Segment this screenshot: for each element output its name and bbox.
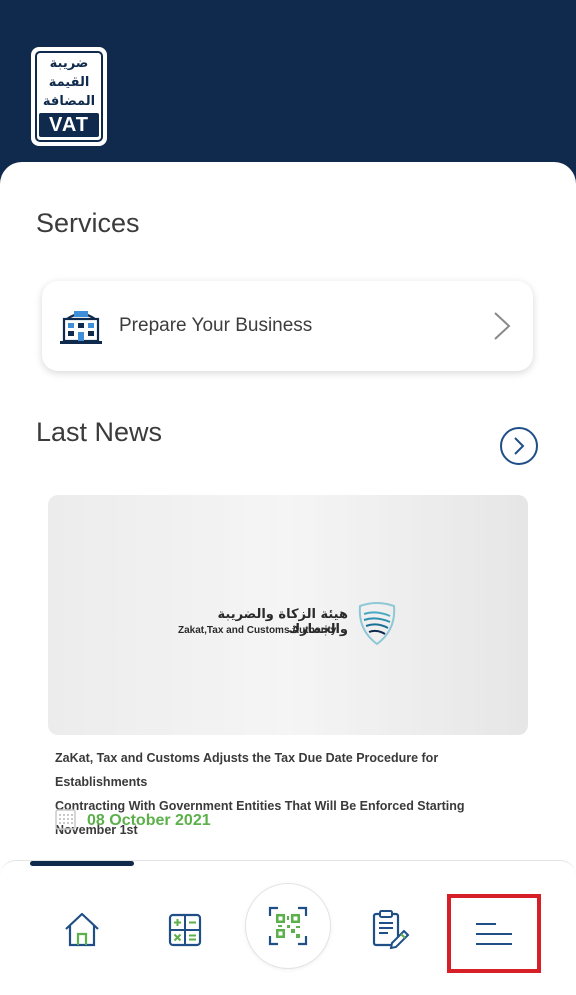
calendar-icon [55,809,76,830]
qr-scan-icon [268,906,308,946]
logo-vat-text: VAT [39,113,99,137]
chevron-right-icon [494,312,511,340]
last-news-title: Last News [36,417,163,447]
app-header: ضريبة القيمة المضافة VAT [0,0,576,180]
chevron-right-icon [514,437,525,455]
menu-icon [476,922,512,945]
calculator-icon [168,913,202,947]
building-icon [60,311,102,344]
home-icon [65,912,99,947]
news-headline-line-1: ZaKat, Tax and Customs Adjusts the Tax D… [55,751,439,789]
zatca-emblem-icon [358,602,396,646]
nav-reports-button[interactable] [366,905,414,953]
nav-qr-scan-button[interactable] [245,883,331,969]
clipboard-edit-icon [372,910,410,949]
nav-active-indicator [30,861,134,866]
logo-arabic-line-3: المضافة [42,94,96,109]
news-date: 08 October 2021 [87,812,211,829]
nav-menu-button[interactable] [447,894,541,973]
bottom-nav [0,860,576,995]
news-more-button[interactable] [500,427,538,465]
nav-calculator-button[interactable] [162,907,208,953]
vat-logo: ضريبة القيمة المضافة VAT [31,47,107,146]
logo-arabic-line-2: القيمة [48,75,90,90]
logo-arabic-line-1: ضريبة [49,56,89,71]
service-label: Prepare Your Business [119,315,313,336]
news-image-org-english: Zakat,Tax and Customs Authority [178,625,337,636]
services-title: Services [36,208,140,238]
service-card-prepare-business[interactable]: Prepare Your Business [42,281,533,371]
nav-home-button[interactable] [58,905,106,953]
